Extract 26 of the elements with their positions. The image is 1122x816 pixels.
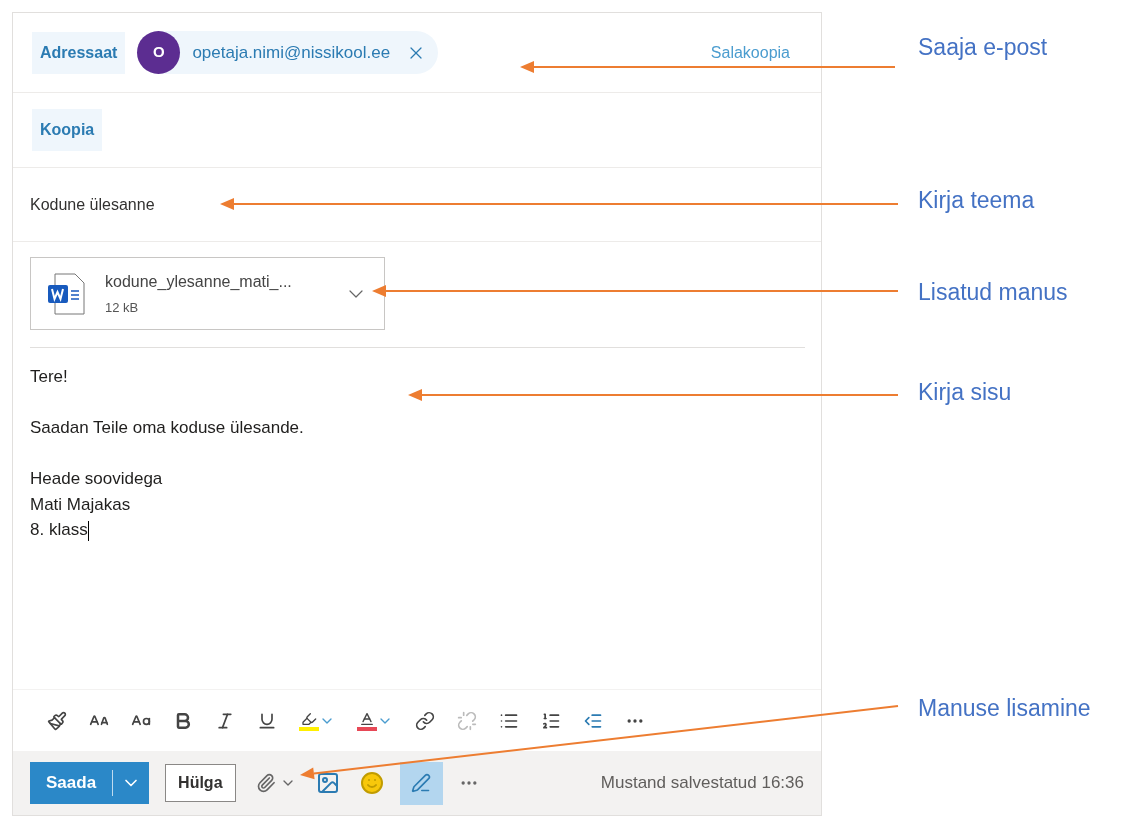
body-text-line: Saadan Teile oma koduse ülesande. [30,418,304,437]
text-cursor [87,520,89,541]
word-document-icon [47,272,85,315]
annotation-label: Kirja teema [918,189,1035,212]
body-text-line: 8. klass [30,520,88,539]
attachment-size: 12 kB [105,298,140,317]
attachment-card[interactable]: kodune_ylesanne_mati_... 12 kB [30,257,385,330]
message-body[interactable]: Tere! Saadan Teile oma koduse ülesande. Heade soovidega Mati Majakas 8. klass [13,348,821,689]
to-button[interactable]: Adressaat [32,31,126,74]
body-text-line: Mati Majakas [30,494,131,514]
annotation-label: Kirja sisu [918,381,1012,404]
annotation-label: Saaja e-post [918,36,1048,59]
attachment-name: kodune_ylesanne_mati_... [105,271,292,292]
avatar: O [137,31,181,74]
draft-status: Mustand salvestatud 16:36 [600,772,804,795]
discard-button[interactable]: Hülga [165,764,236,802]
body-text-line: Heade soovidega [30,469,163,488]
body-text-line: Tere! [30,367,68,386]
recipient-email: opetaja.nimi@nissikool.ee [192,41,391,64]
recipient-chip[interactable]: O opetaja.nimi@nissikool.ee [137,31,439,74]
cc-button[interactable]: Koopia [32,109,103,151]
subject-field[interactable]: Kodune ülesanne [30,192,430,217]
signature-icon[interactable] [399,761,443,805]
annotation-label: Lisatud manus [918,281,1068,304]
image-icon[interactable] [315,771,340,795]
annotation-label: Manuse lisamine [918,697,1091,720]
